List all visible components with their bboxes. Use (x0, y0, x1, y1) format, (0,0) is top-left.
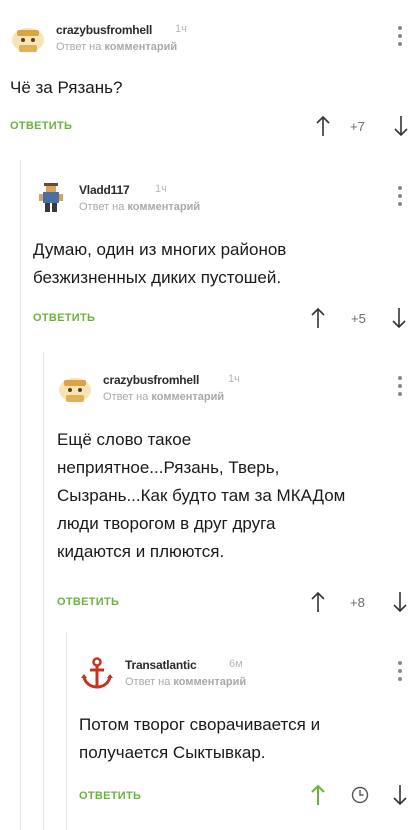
clock-icon (351, 786, 369, 804)
reply-to-label: Ответ на комментарий (103, 391, 225, 403)
reply-button[interactable]: ОТВЕТИТЬ (33, 312, 95, 324)
username[interactable]: crazybusfromhell (103, 373, 199, 387)
rating: +8 (350, 595, 365, 610)
comment: Vladd117 1ч Ответ на комментарий Думаю, … (33, 180, 420, 340)
comment-text: Потом творог сворачивается и получается … (79, 715, 321, 762)
reply-to-link[interactable]: комментарий (151, 391, 224, 403)
cat-eating-icon[interactable] (57, 370, 93, 406)
comment-header: Transatlantic 6м Ответ на комментарий (79, 655, 414, 695)
timestamp: 1ч (228, 373, 240, 385)
thread-line (66, 632, 67, 830)
reply-to-label: Ответ на комментарий (56, 41, 178, 53)
timestamp: 1ч (155, 183, 167, 195)
rating: +7 (350, 119, 365, 134)
comment: crazybusfromhell 1ч Ответ на комментарий… (57, 370, 420, 620)
comment-header: Vladd117 1ч Ответ на комментарий (33, 180, 413, 220)
more-options-icon[interactable] (398, 26, 402, 46)
cat-eating-icon[interactable] (10, 20, 46, 56)
username[interactable]: crazybusfromhell (56, 23, 152, 37)
more-options-icon[interactable] (398, 661, 402, 681)
anchor-icon[interactable] (79, 655, 115, 691)
upvote-arrow-icon[interactable] (315, 115, 331, 137)
timestamp: 6м (229, 658, 243, 670)
reply-to-label: Ответ на комментарий (125, 676, 247, 688)
rating: +5 (351, 311, 366, 326)
comment-text: Ещё слово такое неприятное...Рязань, Тве… (57, 430, 346, 561)
comment-text: Думаю, один из многих районов безжизненн… (33, 240, 287, 287)
username[interactable]: Vladd117 (79, 183, 130, 197)
upvote-arrow-icon[interactable] (310, 591, 326, 613)
reply-button[interactable]: ОТВЕТИТЬ (79, 790, 141, 802)
upvote-arrow-icon[interactable] (310, 784, 326, 806)
reply-button[interactable]: ОТВЕТИТЬ (10, 120, 72, 132)
timestamp: 1ч (175, 23, 187, 35)
downvote-arrow-icon[interactable] (393, 115, 409, 137)
comment: crazybusfromhell 1ч Ответ на комментарий… (10, 20, 420, 150)
thread-line (43, 352, 44, 830)
reply-to-link[interactable]: комментарий (173, 676, 246, 688)
reply-to-label: Ответ на комментарий (79, 201, 201, 213)
more-options-icon[interactable] (398, 186, 402, 206)
comment: Transatlantic 6м Ответ на комментарий По… (79, 655, 420, 825)
reply-button[interactable]: ОТВЕТИТЬ (57, 596, 119, 608)
more-options-icon[interactable] (398, 376, 402, 396)
comment-header: crazybusfromhell 1ч Ответ на комментарий (57, 370, 412, 410)
thread-line (20, 160, 21, 830)
downvote-arrow-icon[interactable] (392, 784, 408, 806)
upvote-arrow-icon[interactable] (310, 307, 326, 329)
reply-to-link[interactable]: комментарий (104, 41, 177, 53)
pixel-man-icon[interactable] (33, 180, 69, 216)
comment-header: crazybusfromhell 1ч Ответ на комментарий (10, 20, 410, 60)
username[interactable]: Transatlantic (125, 658, 197, 672)
comment-text: Чё за Рязань? (10, 78, 123, 97)
downvote-arrow-icon[interactable] (391, 307, 407, 329)
reply-to-link[interactable]: комментарий (127, 201, 200, 213)
downvote-arrow-icon[interactable] (392, 591, 408, 613)
